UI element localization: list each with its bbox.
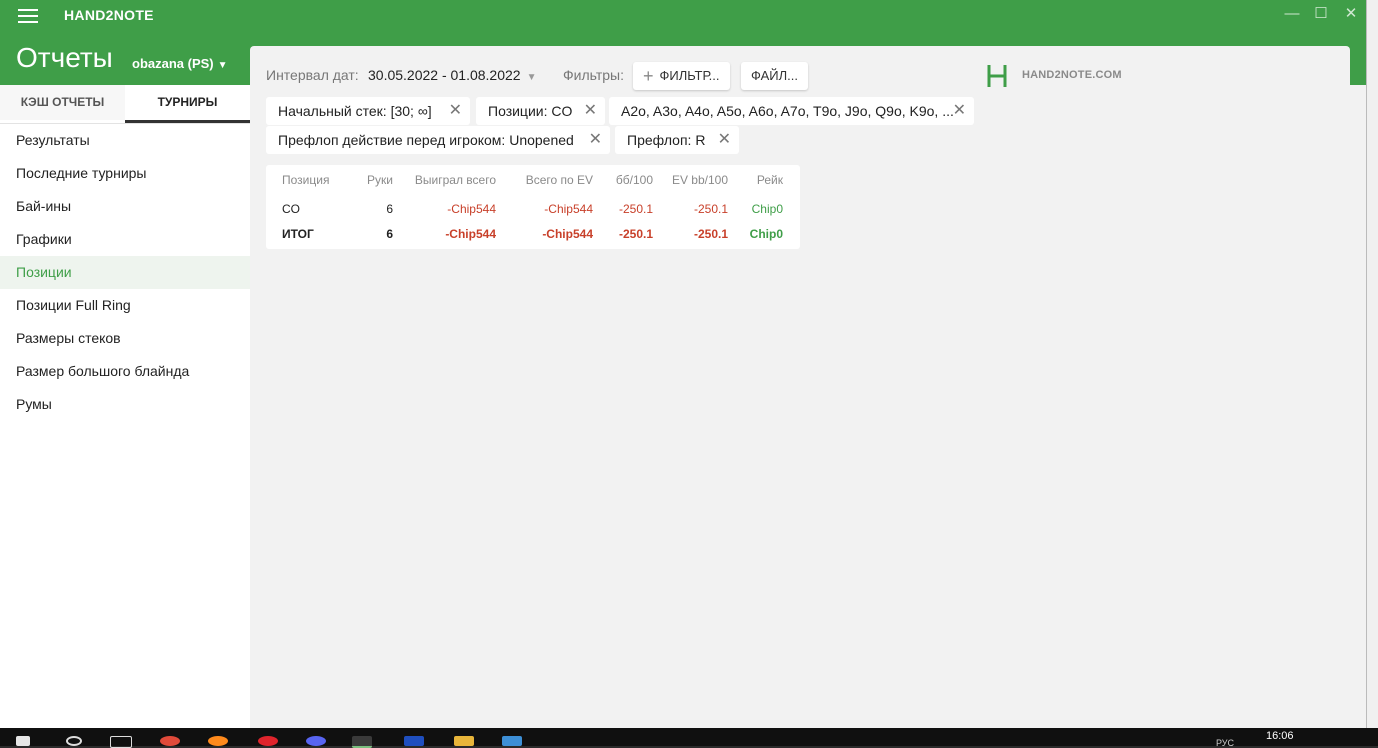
opera-icon[interactable] (258, 736, 278, 746)
cell-ev-bb100: -250.1 (693, 202, 728, 216)
add-filter-label: ФИЛЬТР... (659, 68, 720, 83)
file-button[interactable]: ФАЙЛ... (741, 62, 808, 90)
column-header-won-total[interactable]: Выиграл всего (396, 173, 496, 187)
cell-total-rake: Chip0 (749, 227, 783, 241)
nav-item-rooms[interactable]: Румы (0, 388, 250, 421)
date-interval-label: Интервал дат: (266, 67, 359, 83)
hand2note-taskbar-icon[interactable] (352, 736, 372, 748)
hand2note-logo-icon (987, 65, 1007, 87)
hamburger-menu-icon[interactable] (18, 9, 38, 23)
column-header-position[interactable]: Позиция (282, 173, 329, 187)
filter-chip-label: Префлоп действие перед игроком: Unopened (278, 132, 574, 148)
account-name: obazana (PS) (132, 56, 214, 71)
column-header-rake[interactable]: Рейк (736, 173, 783, 187)
windows-start-icon[interactable] (16, 736, 30, 746)
column-header-hands[interactable]: Руки (356, 173, 393, 187)
cell-ev-total: -Chip544 (544, 202, 593, 216)
cell-total-label: ИТОГ (282, 227, 314, 241)
column-header-ev-total[interactable]: Всего по EV (503, 173, 593, 187)
nav-item-recent-tournaments[interactable]: Последние турниры (0, 157, 250, 190)
remove-filter-icon[interactable]: ✕ (718, 126, 731, 154)
remove-filter-icon[interactable]: ✕ (589, 126, 602, 154)
firefox-icon[interactable] (208, 736, 228, 746)
caret-down-icon: ▼ (217, 60, 228, 71)
chrome-icon[interactable] (160, 736, 180, 746)
filter-chip-label: Позиции: CO (488, 103, 573, 119)
nav-item-positions-full-ring[interactable]: Позиции Full Ring (0, 289, 250, 322)
filter-chip-label: Префлоп: R (627, 132, 706, 148)
discord-icon[interactable] (306, 736, 326, 746)
filter-chip-hands: A2o, A3o, A4o, A5o, A6o, A7o, T9o, J9o, … (609, 97, 974, 125)
column-header-bb100[interactable]: бб/100 (596, 173, 653, 187)
nav-item-positions[interactable]: Позиции (0, 256, 250, 289)
date-interval-value: 30.05.2022 - 01.08.2022 (368, 67, 521, 83)
date-interval-selector[interactable]: 30.05.2022 - 01.08.2022 ▼ (368, 67, 536, 83)
cell-total-hands: 6 (386, 227, 393, 241)
nav-item-stack-sizes[interactable]: Размеры стеков (0, 322, 250, 355)
positions-table: Позиция Руки Выиграл всего Всего по EV б… (266, 165, 800, 249)
cell-total-won: -Chip544 (445, 227, 496, 241)
cell-bb100: -250.1 (618, 202, 653, 216)
nav-item-graphs[interactable]: Графики (0, 223, 250, 256)
cell-rake: Chip0 (751, 202, 783, 216)
cell-won-total: -Chip544 (447, 202, 496, 216)
app-icon[interactable] (502, 736, 522, 746)
main-panel: Интервал дат: 30.05.2022 - 01.08.2022 ▼ Ф… (250, 46, 1350, 728)
cell-total-ev-bb100: -250.1 (693, 227, 728, 241)
clock[interactable]: 16:06 (1266, 730, 1294, 742)
add-filter-button[interactable]: + ФИЛЬТР... (633, 62, 730, 90)
remove-filter-icon[interactable]: ✕ (953, 97, 966, 125)
close-icon[interactable]: ✕ (1343, 6, 1359, 22)
filter-chip-preflop: Префлоп: R ✕ (615, 126, 739, 154)
taskbar: РУС 16:06 (0, 728, 1378, 748)
search-icon[interactable] (66, 736, 82, 746)
filter-chip-label: A2o, A3o, A4o, A5o, A6o, A7o, T9o, J9o, … (621, 103, 954, 119)
app-name: HAND2NOTE (64, 7, 154, 23)
nav-item-big-blind-size[interactable]: Размер большого блайнда (0, 355, 250, 388)
nav-list: Результаты Последние турниры Бай-ины Гра… (0, 124, 250, 421)
account-selector[interactable]: obazana (PS) ▼ (132, 56, 228, 71)
filter-chip-label: Начальный стек: [30; ∞] (278, 103, 432, 119)
tab-cash-reports[interactable]: КЭШ ОТЧЕТЫ (0, 85, 125, 120)
sidebar-tabs: КЭШ ОТЧЕТЫ ТУРНИРЫ (0, 85, 250, 124)
cell-total-ev: -Chip544 (542, 227, 593, 241)
app-window: HAND2NOTE — ☐ ✕ Отчеты obazana (PS) ▼ КЭШ… (0, 0, 1366, 728)
cell-position: CO (282, 202, 300, 216)
folder-icon[interactable] (454, 736, 474, 746)
hand2note-logo: HAND2NOTE.COM (986, 64, 1122, 88)
page-title: Отчеты (16, 42, 113, 73)
remove-filter-icon[interactable]: ✕ (584, 97, 597, 125)
minimize-icon[interactable]: — (1284, 6, 1300, 22)
tab-tournaments[interactable]: ТУРНИРЫ (125, 85, 250, 123)
filters-label: Фильтры: (563, 67, 624, 83)
maximize-icon[interactable]: ☐ (1313, 6, 1329, 22)
filter-chip-preflop-action: Префлоп действие перед игроком: Unopened… (266, 126, 610, 154)
task-view-icon[interactable] (110, 736, 132, 748)
cell-hands: 6 (386, 202, 393, 216)
sidebar: КЭШ ОТЧЕТЫ ТУРНИРЫ Результаты Последние … (0, 85, 250, 728)
plus-icon: + (643, 66, 654, 86)
filter-chip-start-stack: Начальный стек: [30; ∞] ✕ (266, 97, 470, 125)
photoshop-icon[interactable] (404, 736, 424, 746)
background-window-edge (1366, 0, 1378, 728)
logo-text: HAND2NOTE.COM (1022, 69, 1122, 81)
remove-filter-icon[interactable]: ✕ (449, 97, 462, 125)
nav-item-buyins[interactable]: Бай-ины (0, 190, 250, 223)
caret-down-icon: ▼ (526, 72, 537, 83)
language-indicator[interactable]: РУС (1216, 738, 1234, 748)
nav-item-results[interactable]: Результаты (0, 124, 250, 157)
column-header-ev-bb100[interactable]: EV bb/100 (656, 173, 728, 187)
filter-chip-positions: Позиции: CO ✕ (476, 97, 605, 125)
cell-total-bb100: -250.1 (618, 227, 653, 241)
